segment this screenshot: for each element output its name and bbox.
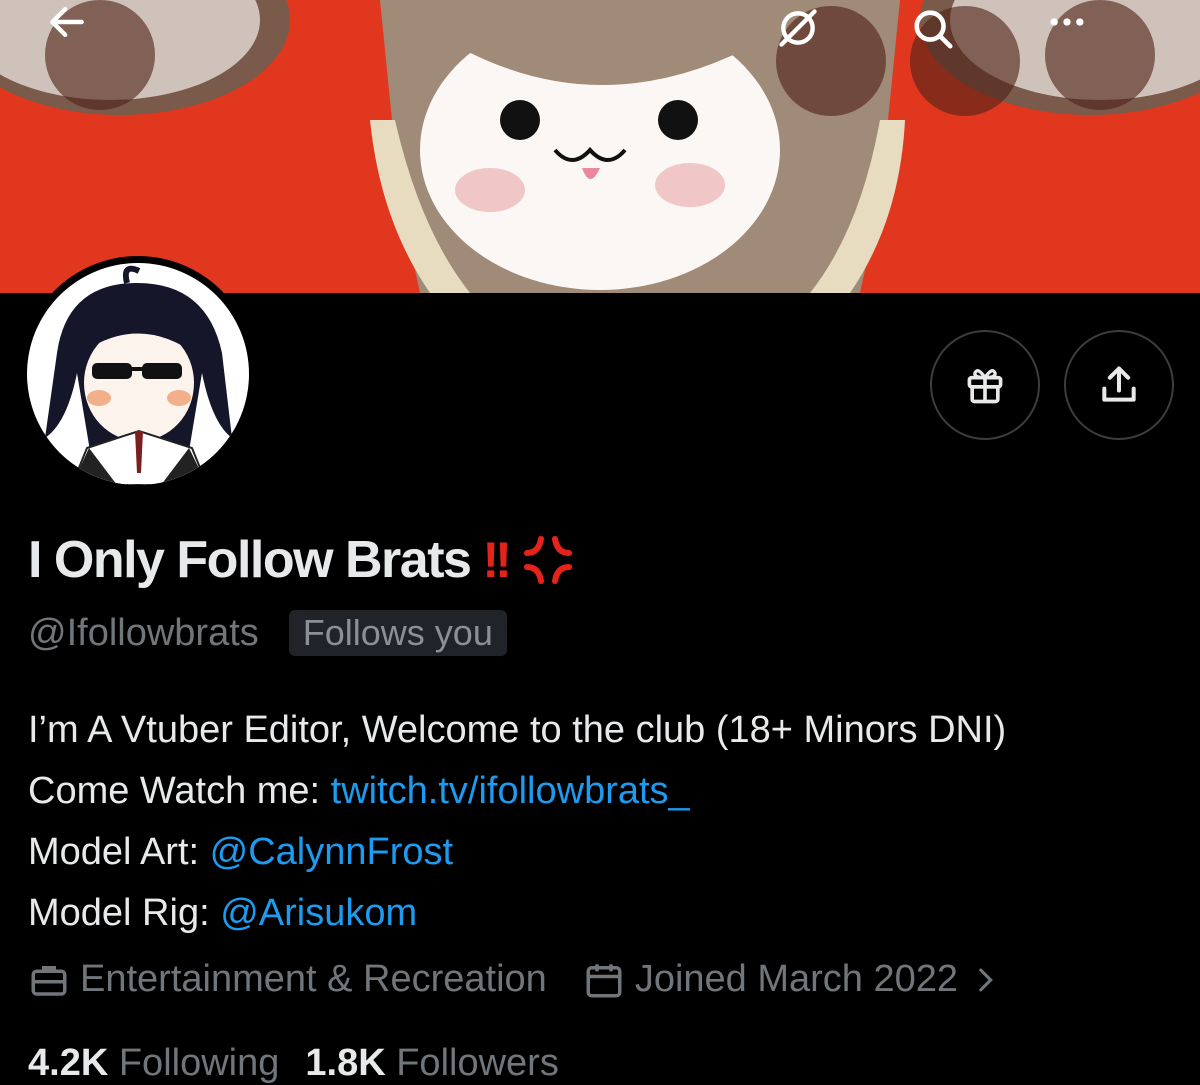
more-horizontal-icon	[1050, 18, 1084, 26]
avatar-image	[27, 263, 249, 485]
following-stat[interactable]: 4.2K Following	[28, 1042, 279, 1085]
double-exclamation-emoji: !!	[482, 532, 511, 588]
followers-stat[interactable]: 1.8K Followers	[305, 1042, 558, 1085]
bio-line: I’m A Vtuber Editor, Welcome to the club…	[28, 709, 1007, 751]
joined-date: Joined March 2022	[634, 958, 959, 1000]
briefcase-icon	[31, 965, 67, 996]
share-icon	[1102, 366, 1136, 402]
back-button[interactable]	[45, 0, 155, 110]
follows-you-badge: Follows you	[288, 610, 507, 656]
category-label: Entertainment & Recreation	[80, 958, 547, 1000]
anger-symbol-icon	[523, 535, 572, 585]
category-item: Entertainment & Recreation	[28, 958, 547, 1001]
joined-item[interactable]: Joined March 2022	[583, 958, 1002, 1001]
following-count: 4.2K	[28, 1042, 109, 1084]
profile-banner[interactable]	[0, 0, 1200, 293]
bio-text: Model Art:	[28, 831, 210, 873]
bio-line: Come Watch me: twitch.tv/ifollowbrats_	[28, 761, 1006, 822]
follow-stats: 4.2K Following 1.8K Followers	[28, 1042, 559, 1085]
bio-line: Model Rig: @Arisukom	[28, 883, 1006, 944]
bio-line: Model Art: @CalynnFrost	[28, 822, 1006, 883]
gift-icon	[967, 369, 1003, 404]
share-button[interactable]	[1064, 330, 1174, 440]
profile-meta: Entertainment & Recreation Joined March …	[28, 958, 1002, 1001]
mention-link-arisukom[interactable]: @Arisukom	[220, 892, 417, 934]
search-icon	[914, 10, 953, 49]
handle-row: @Ifollowbrats Follows you	[28, 610, 507, 656]
arrow-left-icon	[50, 6, 84, 38]
calendar-icon	[586, 963, 622, 997]
display-name-row: I Only Follow Brats !!	[28, 530, 576, 590]
bio-text: Model Rig:	[28, 892, 221, 934]
gift-button[interactable]	[930, 330, 1040, 440]
more-button[interactable]	[1045, 0, 1155, 110]
grok-icon	[779, 9, 817, 47]
display-name: I Only Follow Brats	[28, 531, 472, 589]
profile-avatar[interactable]	[20, 256, 256, 492]
followers-count: 1.8K	[305, 1042, 386, 1084]
mention-link-calynnfrost[interactable]: @CalynnFrost	[210, 831, 453, 873]
search-button[interactable]	[910, 6, 1020, 116]
following-label: Following	[118, 1042, 280, 1084]
twitch-link[interactable]: twitch.tv/ifollowbrats_	[331, 770, 690, 812]
followers-label: Followers	[396, 1042, 559, 1084]
user-handle: @Ifollowbrats	[28, 611, 259, 654]
bio-text: Come Watch me:	[28, 770, 331, 812]
profile-bio: I’m A Vtuber Editor, Welcome to the club…	[28, 700, 1006, 944]
chevron-right-icon	[979, 968, 993, 991]
grok-button[interactable]	[776, 6, 886, 116]
banner-illustration	[0, 0, 1200, 293]
